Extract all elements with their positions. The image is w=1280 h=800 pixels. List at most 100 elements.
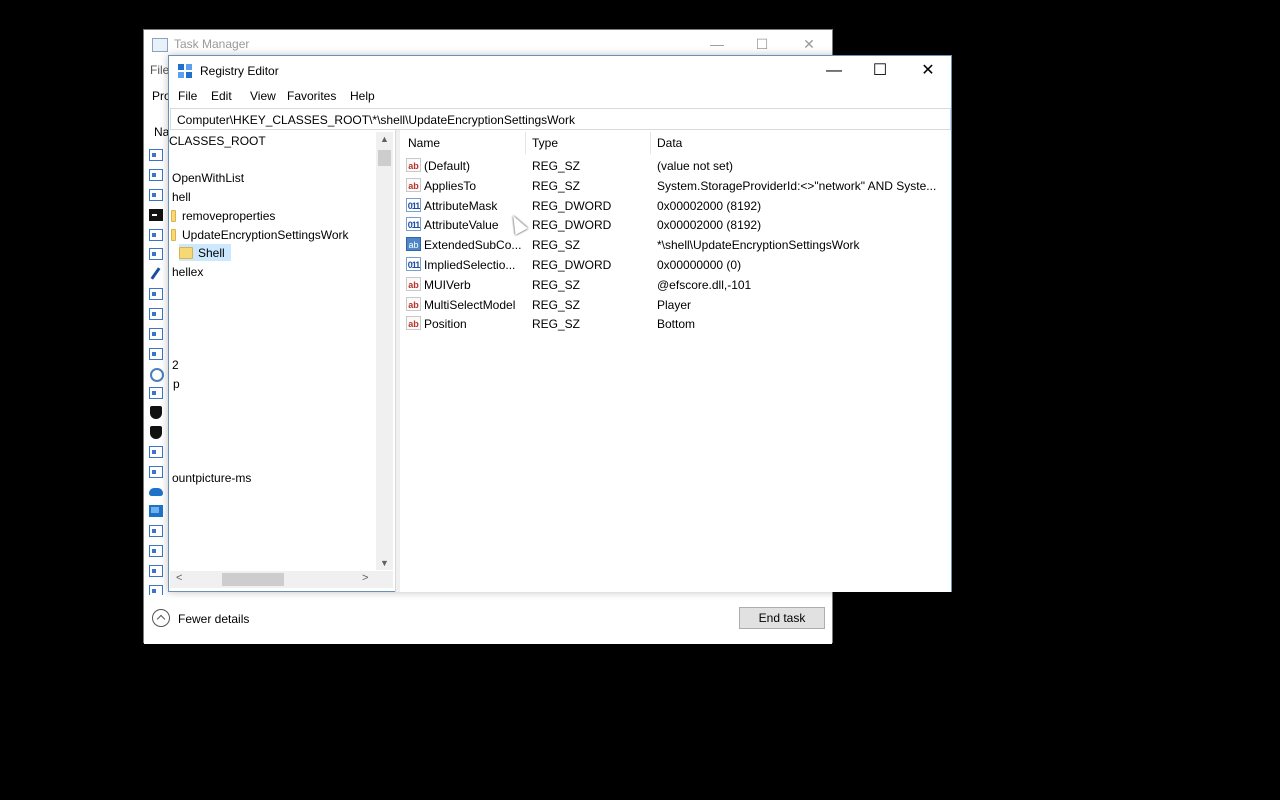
tree-node-accountpicture[interactable]: ountpicture-ms <box>172 471 251 485</box>
pen-icon <box>149 267 163 279</box>
fewer-details-link[interactable]: Fewer details <box>178 612 249 626</box>
process-icon <box>149 308 163 320</box>
registry-editor-icon <box>178 64 193 79</box>
scroll-up-icon[interactable]: ▲ <box>376 134 393 144</box>
folder-icon <box>179 247 193 259</box>
scroll-left-icon[interactable]: < <box>176 572 182 584</box>
value-data: System.StorageProviderId:<>"network" AND… <box>657 178 937 193</box>
tree-node-classes-root[interactable]: CLASSES_ROOT <box>169 134 266 148</box>
scroll-thumb[interactable] <box>378 150 391 166</box>
value-data: 0x00000000 (0) <box>657 258 742 272</box>
binary-value-icon: 011 <box>406 257 421 271</box>
address-bar[interactable]: Computer\HKEY_CLASSES_ROOT\*\shell\Updat… <box>170 108 951 130</box>
value-type: REG_SZ <box>532 317 581 332</box>
minimize-button[interactable]: — <box>811 56 857 86</box>
column-header-name[interactable]: Name <box>408 136 440 150</box>
value-type: REG_DWORD <box>532 258 612 272</box>
value-type: REG_DWORD <box>532 218 612 233</box>
process-icon <box>149 446 163 458</box>
tree-node-partial[interactable]: 2 <box>172 358 179 372</box>
binary-value-icon: 011 <box>406 197 421 212</box>
tree-node-update-encryption[interactable]: UpdateEncryptionSettingsWork <box>182 228 349 242</box>
menu-help[interactable]: Help <box>350 89 375 103</box>
task-manager-title: Task Manager <box>174 37 250 51</box>
tree-node-shell-child[interactable]: Shell <box>198 246 225 260</box>
value-name: Position <box>424 317 467 332</box>
value-type: REG_SZ <box>532 238 581 253</box>
column-header-data[interactable]: Data <box>657 136 682 150</box>
scroll-down-icon[interactable]: ▼ <box>376 558 393 568</box>
expand-string-icon: ab <box>406 237 421 252</box>
tm-minimize-button[interactable]: — <box>704 34 730 54</box>
value-type: REG_SZ <box>532 277 581 292</box>
process-icon <box>149 248 163 260</box>
value-name: ImpliedSelectio... <box>424 258 516 272</box>
process-icon <box>149 288 163 300</box>
process-icon <box>149 169 163 181</box>
registry-title: Registry Editor <box>200 64 279 78</box>
column-divider[interactable] <box>525 132 526 154</box>
tree-node-shellex[interactable]: hellex <box>172 265 203 279</box>
menu-file[interactable]: File <box>178 89 197 103</box>
binary-value-icon: 011 <box>406 217 421 232</box>
value-name: AttributeMask <box>424 198 498 213</box>
tree-node-openwithlist[interactable]: OpenWithList <box>172 171 244 185</box>
close-button[interactable]: ✕ <box>905 56 951 86</box>
menu-favorites[interactable]: Favorites <box>287 89 336 103</box>
tm-maximize-button[interactable]: ☐ <box>749 34 775 54</box>
chevron-up-icon[interactable] <box>152 609 170 627</box>
tree-node-partial[interactable]: p <box>173 377 180 391</box>
value-row[interactable]: ab AppliesTo REG_SZ System.StorageProviderI… <box>400 176 951 196</box>
value-row[interactable]: ab Position REG_SZ Bottom <box>400 314 951 334</box>
tree-node-shell[interactable]: hell <box>172 190 191 204</box>
shield-icon <box>149 406 163 419</box>
menu-edit[interactable]: Edit <box>211 89 232 103</box>
value-name: MultiSelectModel <box>424 297 516 312</box>
value-row[interactable]: 011 AttributeValue REG_DWORD 0x00002000 (81… <box>400 215 951 235</box>
cloud-icon <box>149 485 163 497</box>
scroll-right-icon[interactable]: > <box>362 572 368 584</box>
value-row[interactable]: 011 AttributeMask REG_DWORD 0x00002000 (819… <box>400 196 951 216</box>
values-list[interactable]: Name Type Data ab (Default) REG_SZ (value n… <box>400 132 951 592</box>
registry-titlebar[interactable]: Registry Editor — ☐ ✕ <box>169 56 951 86</box>
folder-icon <box>171 210 176 222</box>
value-row[interactable]: ab MultiSelectModel REG_SZ Player <box>400 295 951 315</box>
task-manager-icon <box>152 38 168 52</box>
value-data: Bottom <box>657 317 696 332</box>
column-divider[interactable] <box>650 132 651 154</box>
value-row[interactable]: 011 ImpliedSelectio... REG_DWORD 0x00000000… <box>400 255 951 275</box>
value-data: 0x00002000 (8192) <box>657 218 762 233</box>
value-name: MUIVerb <box>424 277 471 292</box>
string-value-icon: ab <box>406 296 421 311</box>
value-row[interactable]: ab MUIVerb REG_SZ @efscore.dll,-101 <box>400 275 951 295</box>
menubar: File Edit View Favorites Help <box>169 87 951 107</box>
value-data: Player <box>657 297 692 312</box>
end-task-button[interactable]: End task <box>739 607 825 629</box>
registry-editor-window: Registry Editor — ☐ ✕ File Edit View Fav… <box>168 55 952 592</box>
tm-process-icons <box>149 147 169 617</box>
process-icon <box>149 189 163 201</box>
task-manager-titlebar: Task Manager — ☐ ✕ <box>144 30 832 58</box>
tree-horizontal-scrollbar[interactable]: < > <box>170 571 393 588</box>
tm-close-button[interactable]: ✕ <box>796 34 822 54</box>
address-text[interactable]: Computer\HKEY_CLASSES_ROOT\*\shell\Updat… <box>177 113 575 127</box>
value-row[interactable]: ab (Default) REG_SZ (value not set) <box>400 156 951 176</box>
value-name: ExtendedSubCo... <box>424 238 522 253</box>
key-tree[interactable]: CLASSES_ROOT OpenWithList hell removepro… <box>169 132 395 592</box>
value-row[interactable]: ab ExtendedSubCo... REG_SZ *\shell\UpdateEn… <box>400 235 951 255</box>
scroll-thumb[interactable] <box>222 573 284 586</box>
menu-view[interactable]: View <box>250 89 276 103</box>
column-header-type[interactable]: Type <box>532 136 558 150</box>
tree-vertical-scrollbar[interactable]: ▲ ▼ <box>376 132 393 570</box>
process-icon <box>149 466 163 478</box>
string-value-icon: ab <box>406 177 421 192</box>
app-grid-icon <box>149 505 163 517</box>
tree-node-removeproperties[interactable]: removeproperties <box>182 209 275 223</box>
console-icon <box>149 209 163 221</box>
settings-icon <box>149 367 164 382</box>
process-icon <box>149 348 163 360</box>
maximize-button[interactable]: ☐ <box>857 56 903 86</box>
tm-menu-file[interactable]: File <box>150 63 169 77</box>
value-type: REG_SZ <box>532 297 581 312</box>
shield-icon <box>149 426 163 439</box>
